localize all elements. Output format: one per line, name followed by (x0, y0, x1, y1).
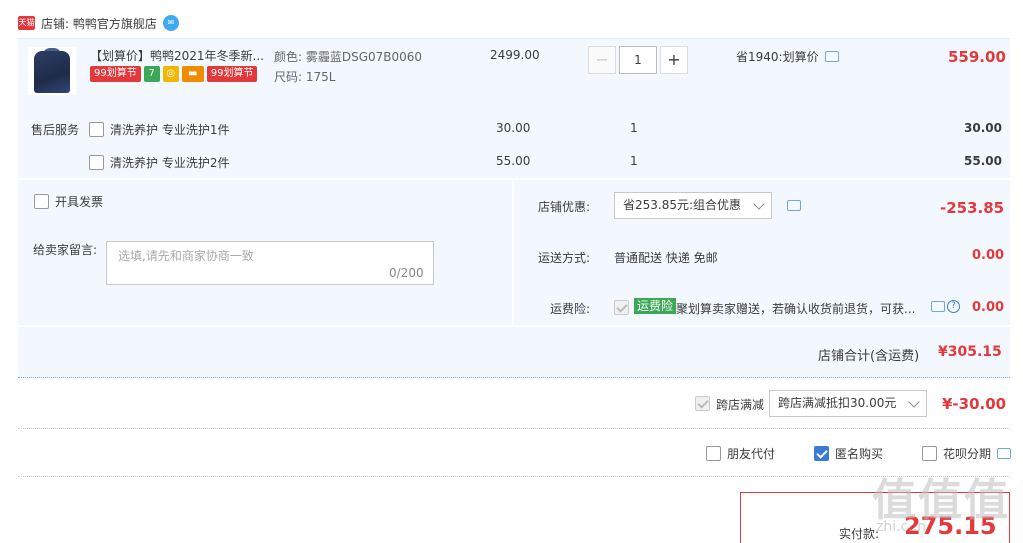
insurance-tag: 运费险 (634, 298, 677, 314)
invoice-option[interactable]: 开具发票 (34, 193, 103, 210)
service-1-checkbox[interactable] (89, 122, 104, 137)
cross-store-selected: 跨店满减抵扣30.00元 (778, 396, 897, 410)
item-total-price: 559.00 (948, 48, 1006, 66)
shipping-method: 普通配送 快递 免邮 (614, 251, 718, 265)
invoice-checkbox[interactable] (34, 194, 49, 209)
product-title-link[interactable]: 【划算价】鸭鸭2021年冬季新... (90, 47, 264, 64)
quantity-stepper: − 1 + (588, 46, 688, 74)
store-discount-select[interactable]: 省253.85元:组合优惠 (614, 192, 772, 219)
shipping-label: 运送方式: (538, 251, 591, 265)
service-2-checkbox[interactable] (89, 155, 104, 170)
invoice-label: 开具发票 (55, 195, 104, 209)
insurance-checkbox (614, 300, 629, 318)
comment-icon[interactable] (931, 301, 945, 312)
badge-card-icon: ▬ (181, 66, 204, 82)
store-header: 天猫 店铺: 鸭鸭官方旗舰店 ✉ (18, 14, 179, 32)
cross-store-checkbox (695, 396, 710, 414)
qty-plus-button[interactable]: + (660, 46, 688, 74)
message-label: 给卖家留言: (33, 243, 98, 257)
comment-icon[interactable] (824, 51, 839, 62)
chevron-down-icon (753, 197, 765, 210)
service-1-price: 30.00 (496, 121, 531, 135)
service-2-qty: 1 (630, 154, 638, 168)
insurance-info-icons[interactable]: ? (931, 300, 960, 313)
promo-badges: 99划算节 7 ◎ ▬ 99划算节 (90, 66, 258, 82)
subtotal-label: 店铺合计(含运费) (818, 349, 920, 364)
store-discount-selected: 省253.85元:组合优惠 (623, 198, 742, 212)
friend-pay-label: 朋友代付 (727, 447, 776, 461)
service-2-label: 清洗养护 专业洗护2件 (110, 156, 230, 170)
insurance-label: 运费险: (550, 302, 591, 316)
friend-pay-checkbox[interactable] (706, 446, 721, 461)
badge-99-sale: 99划算节 (90, 66, 141, 82)
watermark-url: zhi.c..n (876, 519, 927, 535)
discount-comment-icon[interactable] (787, 200, 801, 214)
service-label: 售后服务 (31, 123, 80, 137)
cross-store-value: ¥-30.00 (942, 395, 1007, 413)
store-discount-label: 店铺优惠: (538, 200, 591, 214)
insurance-cost: 0.00 (972, 300, 1005, 315)
jacket-image-icon (34, 51, 70, 93)
service-1-qty: 1 (630, 121, 638, 135)
badge-7day-icon: 7 (143, 66, 160, 82)
message-char-count: 0/200 (389, 266, 424, 280)
help-icon[interactable]: ? (947, 300, 960, 313)
service-2-price: 55.00 (496, 154, 531, 168)
service-option-1[interactable]: 清洗养护 专业洗护1件 (89, 121, 229, 138)
service-1-total: 30.00 (964, 121, 1002, 135)
service-1-label: 清洗养护 专业洗护1件 (110, 123, 230, 137)
ww-chat-icon[interactable]: ✉ (162, 15, 179, 31)
badge-99-sale-2: 99划算节 (206, 66, 258, 82)
tmall-logo-icon: 天猫 (18, 16, 35, 30)
anonymous-option[interactable]: 匿名购买 (814, 445, 883, 462)
service-option-2[interactable]: 清洗养护 专业洗护2件 (89, 154, 229, 171)
badge-guarantee-icon: ◎ (162, 66, 179, 82)
promo-info: 省1940:划算价 (736, 48, 839, 65)
qty-input[interactable]: 1 (619, 46, 657, 74)
anonymous-checkbox[interactable] (814, 446, 829, 461)
comment-icon[interactable] (997, 448, 1012, 459)
qty-minus-button[interactable]: − (588, 46, 616, 74)
cross-store-label: 跨店满减 (716, 398, 765, 412)
product-thumbnail[interactable] (28, 47, 76, 95)
message-placeholder: 选填,请先和商家协商一致 (118, 249, 254, 263)
insurance-description: 聚划算卖家赠送，若确认收货前退货，可获... (676, 302, 916, 316)
huabei-checkbox[interactable] (922, 446, 937, 461)
divider (18, 428, 1010, 429)
anonymous-label: 匿名购买 (835, 447, 884, 461)
shipping-cost: 0.00 (972, 248, 1005, 263)
store-discount-value: -253.85 (940, 199, 1005, 217)
unit-price: 2499.00 (490, 48, 540, 62)
chevron-down-icon (908, 395, 920, 408)
service-2-total: 55.00 (964, 154, 1002, 168)
cross-store-select[interactable]: 跨店满减抵扣30.00元 (769, 390, 927, 417)
subtotal-value: ¥305.15 (938, 344, 1002, 360)
promo-text: 省1940:划算价 (736, 50, 819, 64)
divider (18, 476, 1010, 477)
huabei-option[interactable]: 花呗分期 (922, 445, 1012, 462)
store-name-link[interactable]: 店铺: 鸭鸭官方旗舰店 (41, 15, 157, 32)
sku-size: 尺码: 175L (274, 70, 336, 84)
sku-color: 颜色: 雾霾蓝DSG07B0060 (274, 50, 423, 64)
friend-pay-option[interactable]: 朋友代付 (706, 445, 775, 462)
huabei-label: 花呗分期 (943, 447, 992, 461)
